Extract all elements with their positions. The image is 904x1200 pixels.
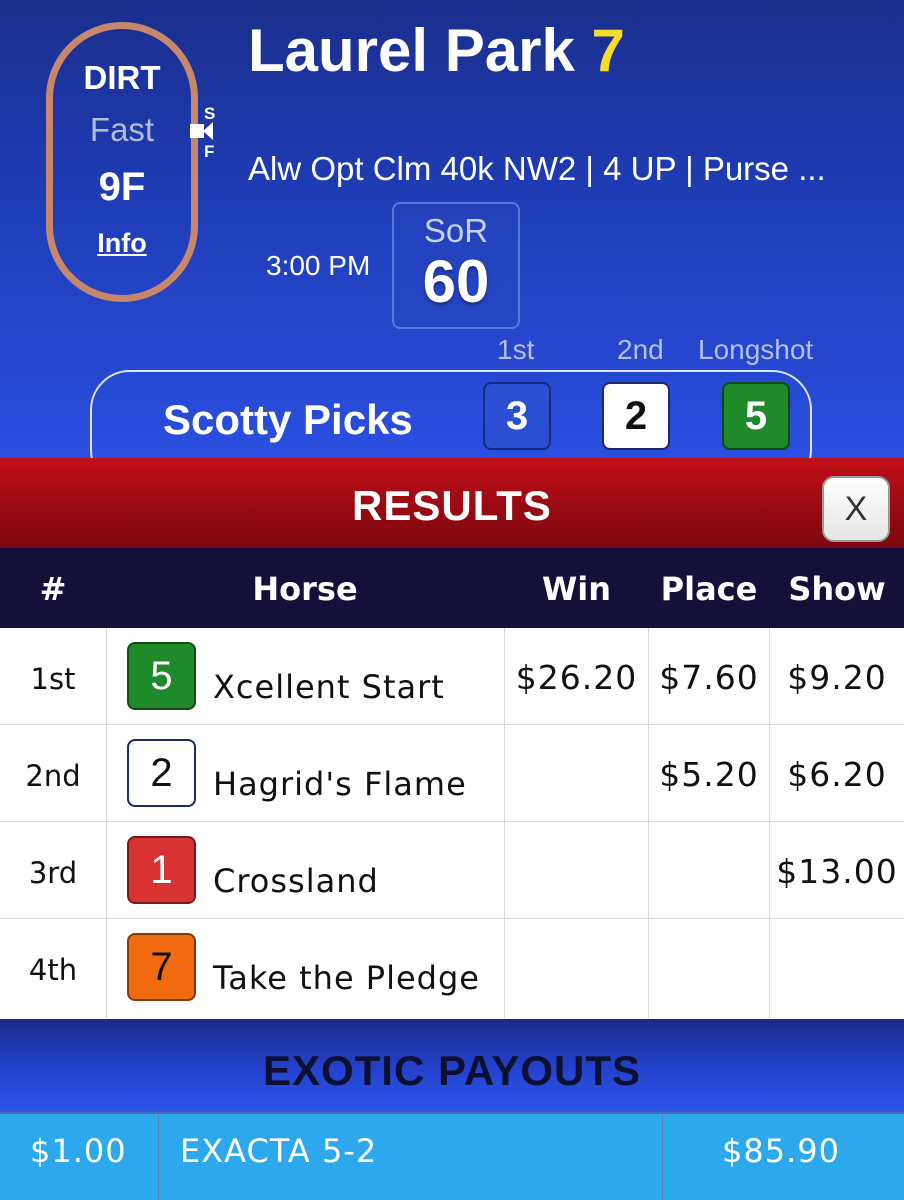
column-header-place: Place — [660, 570, 758, 608]
results-table-header: # Horse Win Place Show — [0, 548, 904, 628]
pick-label-longshot: Longshot — [698, 334, 814, 365]
exotic-wager-amount: $1.00 — [30, 1132, 127, 1170]
column-divider — [662, 1114, 663, 1200]
column-header-show: Show — [788, 570, 886, 608]
sor-value: 60 — [422, 248, 490, 315]
horse-name: Hagrid's Flame — [213, 765, 467, 803]
sor-label: SoR — [423, 212, 489, 249]
race-header: DIRT Fast 9F Info S F Laurel Park 7 Alw … — [0, 0, 904, 460]
race-distance: 9F — [98, 165, 146, 209]
pick-second-box: 2 — [602, 382, 670, 450]
place-payout: $5.20 — [659, 755, 759, 794]
track-condition: Fast — [89, 111, 155, 148]
exotic-payout-amount: $85.90 — [722, 1132, 840, 1170]
race-number: 7 — [591, 17, 625, 84]
exotic-bet-type: EXACTA 5-2 — [180, 1132, 378, 1170]
saddle-cloth-number: 1 — [127, 836, 196, 904]
finish-position: 1st — [30, 662, 76, 696]
saddle-cloth-number: 7 — [127, 933, 196, 1001]
sor-box: SoR 60 — [392, 202, 520, 329]
race-description: Alw Opt Clm 40k NW2 | 4 UP | Purse ... — [248, 150, 826, 187]
finish-position: 3rd — [28, 856, 78, 890]
finish-position: 4th — [28, 953, 78, 987]
saddle-cloth-number: 2 — [127, 739, 196, 807]
exotic-payouts-title: EXOTIC PAYOUTS — [262, 1047, 642, 1094]
results-header: RESULTS X — [0, 458, 904, 548]
column-header-horse: Horse — [252, 570, 358, 608]
pick-label-second: 2nd — [617, 334, 664, 365]
track-info-link[interactable]: Info — [97, 228, 146, 259]
track-oval: DIRT Fast 9F Info — [46, 22, 198, 302]
track-surface: DIRT — [83, 59, 161, 96]
pick-longshot-box: 5 — [722, 382, 790, 450]
scotty-picks-title: Scotty Picks — [163, 396, 413, 443]
place-payout: $7.60 — [659, 658, 759, 697]
pick-label-first: 1st — [497, 334, 535, 365]
track-name: Laurel Park — [248, 17, 575, 84]
post-time: 3:00 PM — [266, 250, 371, 281]
race-title: Laurel Park 7 — [248, 16, 625, 85]
column-divider — [158, 1114, 159, 1200]
exotic-payout-row: $1.00 EXACTA 5-2 $85.90 — [0, 1112, 904, 1200]
column-divider — [769, 628, 770, 1018]
win-payout: $26.20 — [515, 658, 638, 697]
column-divider — [106, 628, 107, 1018]
exotic-payouts-header: EXOTIC PAYOUTS — [0, 1019, 904, 1112]
column-header-win: Win — [541, 570, 612, 608]
column-divider — [504, 628, 505, 1018]
start-marker: S — [204, 104, 216, 123]
show-payout: $13.00 — [776, 852, 898, 891]
finish-position: 2nd — [25, 759, 81, 793]
horse-name: Xcellent Start — [213, 668, 445, 706]
horse-name: Crossland — [213, 862, 379, 900]
start-finish-post-icon — [190, 124, 204, 138]
finish-marker: F — [204, 142, 215, 161]
column-divider — [648, 628, 649, 1018]
show-payout: $9.20 — [787, 658, 887, 697]
saddle-cloth-number: 5 — [127, 642, 196, 710]
close-button[interactable]: X — [822, 476, 890, 542]
horse-name: Take the Pledge — [213, 959, 480, 997]
start-arrow-icon — [203, 122, 213, 140]
pick-first-box: 3 — [483, 382, 551, 450]
column-header-position: # — [39, 570, 67, 608]
results-title: RESULTS — [352, 482, 552, 529]
show-payout: $6.20 — [787, 755, 887, 794]
